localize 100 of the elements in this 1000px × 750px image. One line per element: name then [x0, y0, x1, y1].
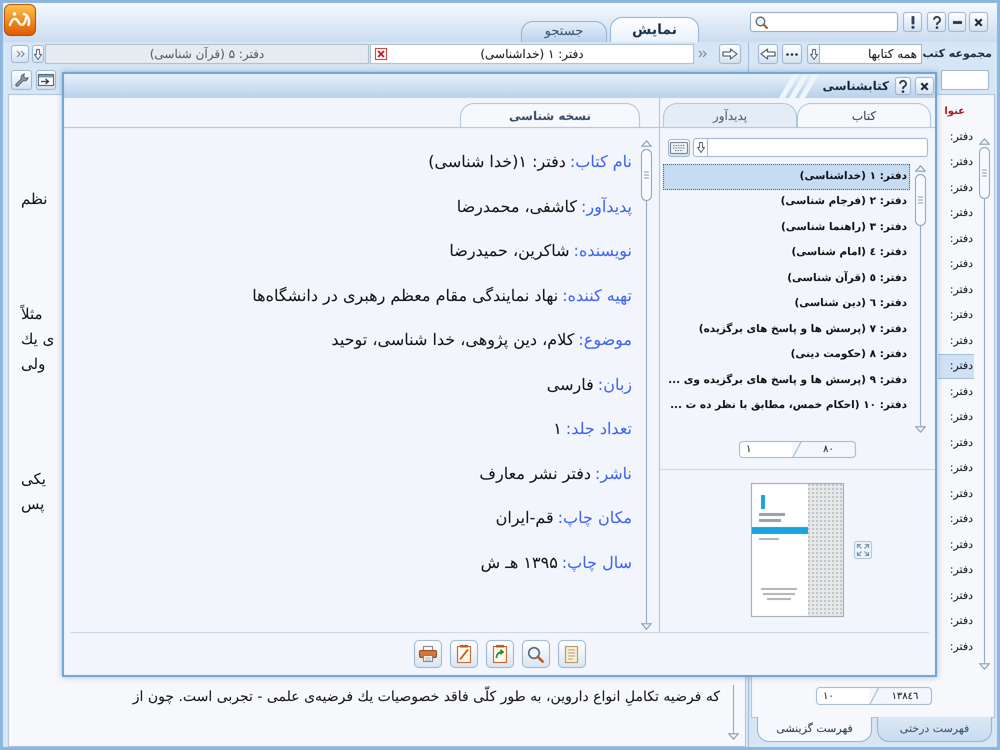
list-item[interactable]: دفتر: ٥ (قرآن شناسی) [663, 266, 910, 292]
right-arrow-icon [722, 48, 738, 60]
close-button[interactable] [969, 12, 988, 32]
dropdown-button[interactable] [694, 139, 708, 156]
dialog-title: کتابشناسی [822, 78, 889, 95]
scroll-thumb[interactable] [640, 149, 652, 201]
dropdown-button[interactable] [32, 45, 44, 63]
tools-button[interactable] [11, 70, 32, 90]
list-item[interactable]: دفتر: [938, 608, 974, 634]
window-button[interactable] [36, 70, 56, 90]
list-item[interactable]: دفتر: [938, 404, 974, 430]
list-item[interactable]: دفتر: [938, 226, 974, 252]
search-field[interactable] [693, 138, 928, 157]
list-item[interactable]: دفتر: [938, 634, 974, 660]
list-item[interactable]: دفتر: ٦ (دین شناسی) [663, 292, 910, 317]
double-chevron-icon [16, 50, 24, 58]
list-item[interactable]: دفتر: [938, 302, 974, 328]
list-item[interactable]: دفتر: [938, 379, 974, 404]
field-value: نهاد نمایندگی مقام معظم رهبری در دانشگاه‌ها [252, 284, 558, 307]
left-arrow-icon [760, 48, 776, 60]
tab[interactable]: فهرست درختی [877, 717, 992, 742]
list-item[interactable]: دفتر: [938, 558, 974, 583]
tab[interactable]: پدیدآور [663, 103, 797, 127]
print-button[interactable] [414, 640, 442, 668]
keyboard-button[interactable] [668, 138, 690, 156]
tab[interactable]: فهرست گزینشی [757, 717, 872, 742]
printer-icon [418, 646, 436, 662]
document-tab[interactable]: دفتر: ۱ (خداشناسی) [370, 44, 694, 64]
document-tab[interactable]: دفتر: ۵ (قرآن شناسی) [45, 44, 369, 64]
list-item[interactable]: دفتر: [938, 430, 974, 456]
text-line: پس [21, 494, 44, 515]
exclamation-icon [910, 16, 914, 28]
help-button[interactable] [927, 12, 946, 32]
scroll-down-icon [978, 663, 990, 670]
list-item[interactable]: دفتر: [938, 506, 974, 532]
scroll-tabs-button[interactable] [11, 45, 29, 63]
more-icon [786, 52, 798, 56]
tab[interactable]: نمایش [610, 17, 699, 42]
scroll-down-icon [640, 623, 652, 630]
help-icon [932, 16, 940, 28]
back-button[interactable] [758, 44, 778, 64]
list-item[interactable]: دفتر: ۳ (راهنما شناسی) [663, 215, 910, 240]
list-item[interactable]: دفتر: [938, 200, 974, 226]
list-item[interactable]: دفتر: ۲ (فرجام شناسی) [663, 190, 910, 215]
document-button[interactable] [558, 640, 586, 668]
field-label: مکان چاپ: [558, 507, 632, 530]
input-field[interactable] [941, 70, 989, 90]
page-count: ۱۳۸٤٦ [890, 690, 920, 704]
list-item[interactable]: دفتر: [938, 583, 974, 608]
list-item[interactable]: دفتر: ۷ (پرسش ها و پاسخ های برگزیده) [663, 317, 910, 342]
field-value: شاکرین، حمیدرضا [449, 240, 570, 262]
list-item[interactable]: دفتر: [938, 532, 974, 558]
list-item[interactable]: دفتر: [938, 354, 974, 379]
list-item[interactable]: دفتر: [938, 456, 974, 481]
list-item[interactable]: دفتر: [938, 328, 974, 354]
more-button[interactable] [782, 44, 802, 64]
text-line: ولی [21, 354, 46, 375]
wrench-icon [14, 73, 28, 87]
text-line: یکی [21, 469, 46, 490]
dropdown-button[interactable] [807, 44, 820, 64]
keyboard-icon [670, 142, 688, 154]
search-button[interactable] [522, 640, 550, 668]
close-button[interactable] [915, 77, 934, 95]
text-line: نظم [21, 189, 48, 210]
tab[interactable]: کتاب [797, 103, 931, 127]
field-label: نام کتاب: [570, 151, 632, 174]
search-field[interactable] [750, 12, 898, 32]
field-value: کلام، دین پژوهی، خدا شناسی، توحید [331, 329, 574, 352]
info-button[interactable] [903, 12, 922, 32]
forward-button[interactable] [719, 44, 741, 64]
list-item[interactable]: دفتر: [938, 252, 974, 277]
app-logo-icon [4, 4, 36, 36]
list-item[interactable]: دفتر: ٤ (امام شناسی) [663, 240, 910, 266]
page-input[interactable]: ۱۰ [817, 688, 869, 704]
collection-dropdown[interactable]: همه کتابها [820, 44, 922, 64]
minimize-button[interactable] [948, 12, 966, 32]
tab[interactable]: نسخه شناسی [460, 103, 640, 127]
scroll-down-icon [728, 733, 738, 740]
tab[interactable]: جستجو [521, 21, 607, 42]
list-item[interactable]: دفتر: [938, 277, 974, 302]
edit-button[interactable] [450, 640, 478, 668]
list-item[interactable]: دفتر: ۱ (خداشناسی) [663, 164, 910, 190]
list-item[interactable]: دفتر: ۹ (پرسش ها و پاسخ های برگزیده وی ... [663, 368, 910, 394]
scroll-thumb[interactable] [978, 147, 990, 199]
list-item[interactable]: دفتر: ۱۰ (احکام خمس، مطابق با نظر ده ت ... [663, 394, 910, 419]
scrollbar-track[interactable] [732, 685, 734, 733]
field-label: نویسنده: [574, 240, 632, 262]
list-item[interactable]: دفتر: [938, 481, 974, 506]
field-label: پدیدآور: [581, 196, 632, 218]
down-arrow-icon [810, 48, 818, 60]
list-item[interactable]: دفتر: [938, 150, 974, 175]
list-item[interactable]: دفتر: ۸ (حکومت دینی) [663, 342, 910, 368]
export-button[interactable] [486, 640, 514, 668]
list-item[interactable]: دفتر: [938, 124, 974, 150]
help-button[interactable] [895, 77, 911, 95]
expand-button[interactable] [854, 541, 872, 559]
page-input[interactable]: ۱ [740, 442, 792, 457]
scroll-thumb[interactable] [914, 174, 926, 226]
list-item[interactable]: دفتر: [938, 175, 974, 200]
down-arrow-icon [34, 48, 42, 60]
